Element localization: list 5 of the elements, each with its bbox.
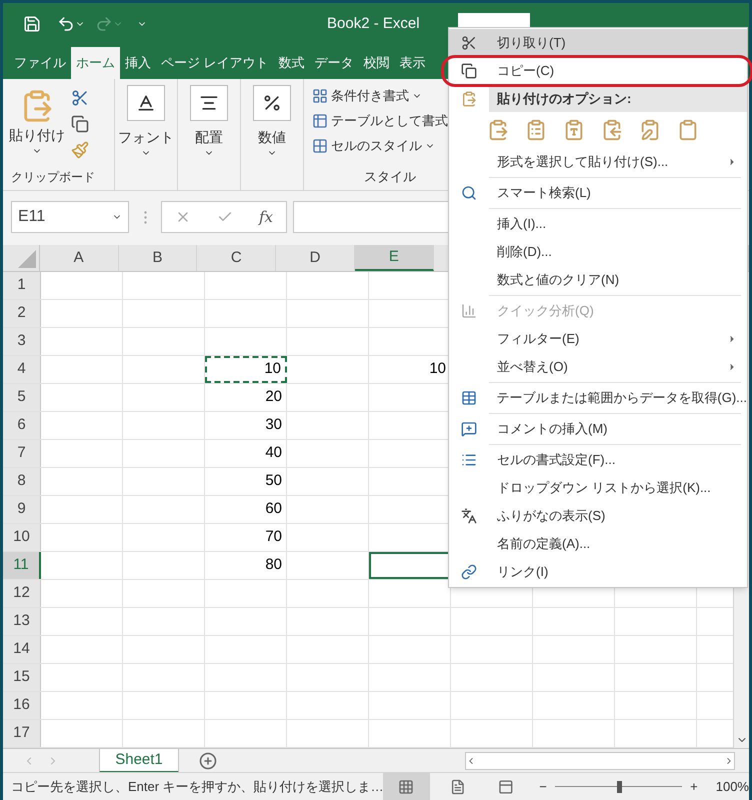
status-message: コピー先を選択し、Enter キーを押すか、貼り付けを選択しま… xyxy=(10,778,383,796)
group-label: スタイル xyxy=(364,168,417,186)
menu-section-header: 貼り付けのオプション: xyxy=(489,85,747,112)
window-title: Book2 - Excel xyxy=(327,14,420,34)
group-label: クリップボード xyxy=(11,169,96,186)
